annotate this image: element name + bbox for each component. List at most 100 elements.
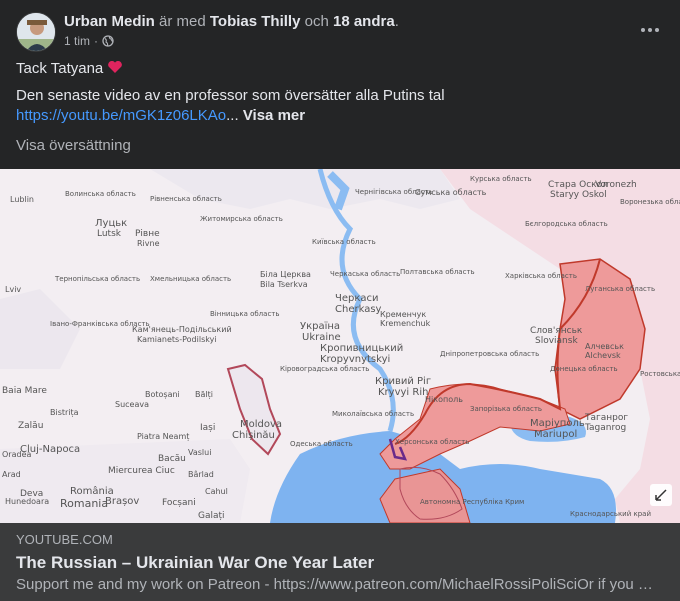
- map-label-brasov: Brașov: [105, 496, 139, 507]
- map-label-odesa-cyr: Одеська область: [290, 440, 353, 448]
- map-label-kropyvnytskyi: Kropyvnytskyi: [320, 354, 390, 365]
- map-label-lviv: Lviv: [5, 285, 21, 294]
- see-translation-button[interactable]: Visa översättning: [16, 136, 131, 156]
- with-text: är med: [159, 13, 206, 30]
- map-label-mariupol-cyr: Маріуполь: [530, 417, 585, 429]
- map-label-cherkasy: Cherkasy: [335, 304, 382, 315]
- and-text: och: [304, 13, 329, 30]
- link-domain: YOUTUBE.COM: [16, 532, 113, 547]
- map-label-kursk-cyr: Курська область: [470, 175, 532, 183]
- map-label-bistrita: Bistrița: [50, 408, 79, 418]
- map-label-ternopil-cyr: Тернопільська область: [54, 275, 140, 283]
- map-label-cherkasy-obl-cyr: Черкаська область: [330, 270, 400, 278]
- map-label-kherson-cyr: Херсонська область: [395, 438, 469, 446]
- map-label-sloviansk-cyr: Слов'янськ: [530, 326, 583, 336]
- map-label-luhansk-cyr: Луганська область: [585, 285, 655, 293]
- map-label-krasnodar-cyr: Краснодарський край: [570, 510, 651, 518]
- map-label-ukraine: Ukraine: [302, 332, 341, 343]
- map-label-lutsk-cyr: Луцьк: [95, 218, 127, 229]
- map-label-bacau: Bacău: [158, 454, 186, 464]
- map-label-focsani: Focșani: [162, 498, 196, 508]
- map-label-kharkiv-cyr: Харківська область: [505, 272, 577, 280]
- expand-icon[interactable]: [650, 484, 672, 506]
- map-label-poltava-cyr: Полтавська область: [400, 268, 475, 276]
- tagged-others[interactable]: 18 andra: [333, 13, 395, 30]
- map-label-kryvyi-rih-cyr: Кривий Ріг: [375, 375, 431, 387]
- post-header: Urban Medin är med Tobias Thilly och 18 …: [16, 12, 664, 52]
- post-text-line1: Tack Tatyana: [16, 59, 123, 79]
- video-url[interactable]: https://youtu.be/mGK1z06LKAo: [16, 107, 226, 124]
- map-label-crimea-cyr: Автономна Республіка Крим: [420, 498, 524, 506]
- map-label-rivne-cyr: Рівне: [135, 229, 160, 239]
- video-link[interactable]: https://youtu.be/mGK1z06LKAo: [16, 107, 226, 124]
- map-label-kryvyi-rih: Kryvyi Rih: [378, 387, 428, 398]
- post-text-line2: Den senaste video av en professor som öv…: [16, 87, 445, 104]
- map-label-piatra: Piatra Neamț: [137, 432, 189, 442]
- map-label-alchevsk: Alchevsk: [585, 351, 621, 360]
- link-title[interactable]: The Russian – Ukrainian War One Year Lat…: [16, 552, 374, 574]
- map-label-balti: Bălți: [195, 390, 213, 400]
- link-preview-image[interactable]: Луцьк Lutsk Рівне Rivne Черкаси Cherkasy Украї…: [0, 169, 680, 523]
- map-label-rivne: Rivne: [137, 239, 160, 248]
- ellipsis: ...: [226, 107, 239, 124]
- map-label-voronezh-obl-cyr: Воронезька область: [620, 198, 680, 206]
- map-label-romania: Romania: [60, 497, 108, 510]
- author-name[interactable]: Urban Medin: [64, 13, 155, 30]
- map-label-dnipro-cyr: Дніпропетровська область: [440, 350, 539, 358]
- map-label-hunedoara: Hunedoara: [5, 497, 49, 506]
- tagged-friend[interactable]: Tobias Thilly: [210, 13, 301, 30]
- map-label-moldova: Moldova: [240, 419, 282, 430]
- map-label-galati: Galați: [198, 511, 225, 521]
- map-label-taganrog-cyr: Таганрог: [584, 413, 628, 423]
- map-label-sloviansk: Sloviansk: [535, 336, 578, 346]
- heart-emoji: [107, 60, 123, 74]
- post-author-line: Urban Medin är med Tobias Thilly och 18 …: [64, 12, 399, 32]
- meta-separator: ·: [94, 34, 99, 48]
- map-label-mykolaiv-cyr: Миколаївська область: [332, 410, 414, 418]
- map-label-oradea: Oradea: [2, 450, 31, 459]
- post-text-line3: https://youtu.be/mGK1z06LKAo... Visa mer: [16, 106, 305, 126]
- post-time[interactable]: 1 tim: [64, 33, 90, 49]
- map-label-zap-cyr: Запорізька область: [470, 405, 542, 413]
- map-label-miercurea: Miercurea Ciuc: [108, 466, 175, 476]
- link-preview-footer[interactable]: YOUTUBE.COM The Russian – Ukrainian War …: [0, 523, 680, 601]
- map-label-ukraine-cyr: Україна: [300, 321, 340, 332]
- period: .: [394, 13, 399, 30]
- heart-icon: [108, 60, 123, 73]
- globe-icon[interactable]: [102, 35, 114, 47]
- map-label-kyiv-obl-cyr: Київська область: [312, 238, 376, 246]
- see-more-button[interactable]: Visa mer: [243, 107, 305, 124]
- author-avatar[interactable]: [16, 12, 56, 52]
- map-label-mariupol: Mariupol: [534, 429, 577, 440]
- map-label-alchevsk-cyr: Алчевськ: [585, 342, 624, 351]
- map-label-barlad: Bârlad: [188, 470, 214, 479]
- map-label-botosani: Botoșani: [145, 390, 180, 400]
- map-label-rostov-cyr: Ростовська область: [640, 370, 680, 378]
- map-label-kropyvnytskyi-cyr: Кропивницький: [320, 343, 403, 354]
- map-label-cherkasy-cyr: Черкаси: [335, 293, 379, 304]
- map-label-bila: Bila Tserkva: [260, 280, 308, 289]
- map-label-lublin: Lublin: [10, 195, 34, 204]
- map-label-donetsk-cyr: Донецька область: [550, 365, 618, 373]
- map-label-volyn-cyr: Волинська область: [65, 190, 136, 198]
- post-meta: 1 tim ·: [64, 33, 114, 49]
- map-label-iasi: Iași: [200, 423, 215, 433]
- map-label-rivne-obl-cyr: Рівненська область: [150, 195, 222, 203]
- map-label-cahul: Cahul: [205, 487, 228, 496]
- map-label-lutsk: Lutsk: [97, 229, 122, 239]
- more-options-button[interactable]: [636, 20, 664, 40]
- map-label-khmelnytskyi-cyr: Хмельницька область: [150, 275, 231, 283]
- map-label-nikopol-cyr: Нікополь: [425, 395, 463, 404]
- map-label-oskol: Staryy Oskol: [550, 190, 607, 200]
- map-label-suceava: Suceava: [115, 400, 149, 409]
- map-label-kirovohrad-cyr: Кіровоградська область: [280, 365, 369, 373]
- map-label-zhytomyr-cyr: Житомирська область: [200, 215, 283, 223]
- map-label-kremenchuk-cyr: Кременчук: [380, 310, 426, 319]
- link-description: Support me and my work on Patreon - http…: [16, 576, 656, 593]
- map-label-chisinau: Chișinău: [232, 430, 275, 441]
- map-label-bila-cyr: Біла Церква: [260, 270, 311, 279]
- map-label-kremenchuk: Kremenchuk: [380, 319, 431, 328]
- map-label-vinnytsia-cyr: Вінницька область: [210, 310, 280, 318]
- dot-icon: [641, 28, 645, 32]
- map-label-taganrog: Taganrog: [584, 423, 626, 433]
